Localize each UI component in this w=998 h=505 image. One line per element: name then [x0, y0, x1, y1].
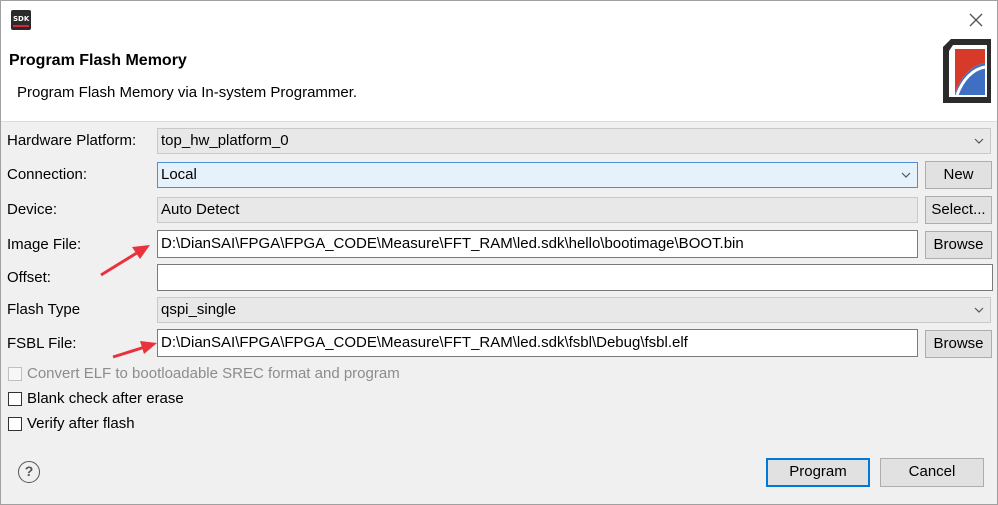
connection-select[interactable]: Local — [157, 162, 918, 188]
browse-image-button[interactable]: Browse — [925, 231, 992, 259]
flash-memory-logo-icon — [943, 39, 991, 103]
flash-type-label: Flash Type — [7, 301, 81, 318]
hardware-platform-select[interactable]: top_hw_platform_0 — [157, 128, 991, 154]
title-bar: SDK — [1, 1, 997, 39]
browse-fsbl-button[interactable]: Browse — [925, 330, 992, 358]
select-device-button[interactable]: Select... — [925, 196, 992, 224]
cancel-button[interactable]: Cancel — [880, 458, 984, 487]
image-file-input[interactable]: D:\DianSAI\FPGA\FPGA_CODE\Measure\FFT_RA… — [157, 230, 918, 258]
device-label: Device: — [7, 201, 58, 218]
blank-check-label: Blank check after erase — [27, 390, 184, 407]
app-icon-text: SDK — [13, 15, 30, 23]
connection-label: Connection: — [7, 166, 88, 183]
hardware-platform-label: Hardware Platform: — [7, 132, 137, 149]
verify-checkbox[interactable] — [8, 417, 22, 431]
connection-value: Local — [161, 166, 197, 183]
convert-elf-label: Convert ELF to bootloadable SREC format … — [27, 365, 400, 382]
flash-type-select[interactable]: qspi_single — [157, 297, 991, 323]
flash-type-value: qspi_single — [161, 301, 237, 318]
device-field: Auto Detect — [157, 197, 918, 223]
dialog-title: Program Flash Memory — [9, 52, 187, 69]
fsbl-file-input[interactable]: D:\DianSAI\FPGA\FPGA_CODE\Measure\FFT_RA… — [157, 329, 918, 357]
dialog-banner: Program Flash Memory Program Flash Memor… — [1, 39, 997, 122]
chevron-down-icon — [974, 307, 984, 313]
program-flash-dialog: SDK Program Flash Memory Program Flash M… — [0, 0, 998, 505]
chevron-down-icon — [974, 138, 984, 144]
offset-input[interactable] — [157, 264, 993, 291]
fsbl-file-label: FSBL File: — [7, 335, 77, 352]
hardware-platform-value: top_hw_platform_0 — [161, 132, 289, 149]
close-icon[interactable] — [965, 9, 987, 31]
annotation-arrow-image-icon — [100, 245, 150, 277]
offset-label: Offset: — [7, 269, 51, 286]
annotation-arrow-fsbl-icon — [112, 341, 157, 359]
program-button[interactable]: Program — [766, 458, 870, 487]
image-file-label: Image File: — [7, 236, 82, 253]
sdk-app-icon: SDK — [11, 10, 31, 30]
convert-elf-checkbox[interactable] — [8, 367, 22, 381]
help-icon[interactable]: ? — [18, 461, 40, 483]
dialog-description: Program Flash Memory via In-system Progr… — [17, 84, 358, 101]
chevron-down-icon — [901, 172, 911, 178]
verify-label: Verify after flash — [27, 415, 135, 432]
blank-check-checkbox[interactable] — [8, 392, 22, 406]
new-connection-button[interactable]: New — [925, 161, 992, 189]
